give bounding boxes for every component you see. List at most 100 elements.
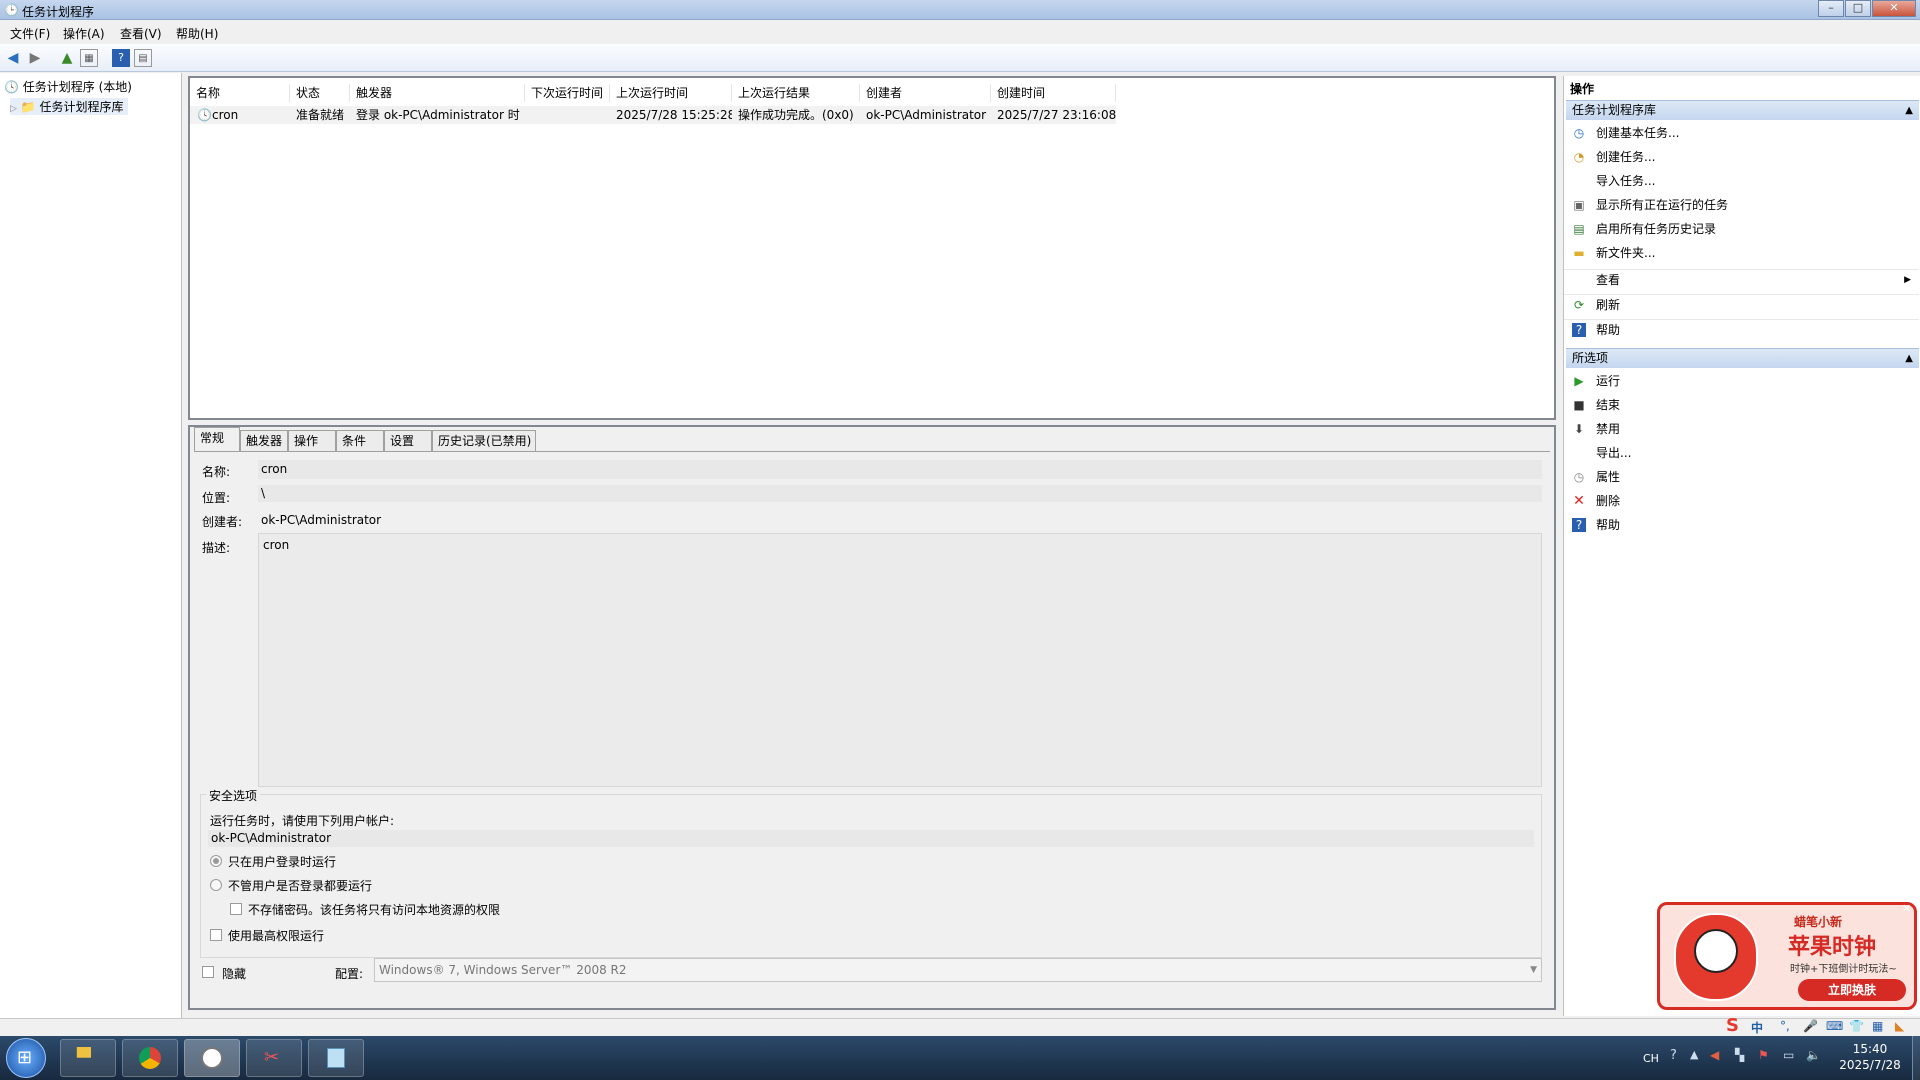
tab-actions[interactable]: 操作: [288, 430, 336, 451]
ad-cta-button[interactable]: 立即换肤: [1798, 979, 1906, 1001]
section-selected-header[interactable]: 所选项 ▲: [1566, 348, 1919, 368]
tab-general[interactable]: 常规: [194, 427, 240, 451]
toolbox-icon[interactable]: ▦: [1872, 1019, 1883, 1033]
scissors-icon: ✂: [264, 1047, 280, 1068]
up-folder-icon[interactable]: ▲: [58, 49, 76, 67]
back-icon[interactable]: ◀: [4, 49, 22, 67]
menu-action[interactable]: 操作(A): [63, 25, 105, 42]
action-new-folder[interactable]: ▬ 新文件夹...: [1564, 243, 1919, 263]
author-field[interactable]: ok-PC\Administrator: [258, 511, 1542, 530]
action-view[interactable]: 查看 ▶: [1564, 269, 1919, 289]
help-icon[interactable]: ?: [112, 49, 130, 67]
close-button[interactable]: ✕: [1872, 0, 1916, 17]
menu-view[interactable]: 查看(V): [120, 25, 162, 42]
column-header-name[interactable]: 名称: [190, 84, 290, 102]
description-field[interactable]: cron: [258, 533, 1542, 787]
action-run[interactable]: ▶ 运行: [1564, 371, 1919, 391]
column-header-created[interactable]: 创建时间: [991, 84, 1116, 102]
ad-close-icon[interactable]: ✕: [1902, 902, 1911, 915]
tab-settings[interactable]: 设置: [384, 430, 432, 451]
name-field[interactable]: cron: [258, 460, 1542, 479]
display-tray-icon[interactable]: ▭: [1783, 1048, 1794, 1062]
clock-area[interactable]: 15:40 2025/7/28: [1832, 1041, 1908, 1073]
cell-created[interactable]: 2025/7/27 23:16:08: [991, 106, 1116, 124]
cell-trigger[interactable]: 登录 ok-PC\Administrator 时: [350, 106, 525, 124]
skin-icon[interactable]: 👕: [1849, 1019, 1864, 1033]
action-help[interactable]: ? 帮助: [1564, 319, 1919, 339]
folder-icon: 📁: [20, 100, 36, 114]
maximize-button[interactable]: □: [1845, 0, 1871, 17]
show-hide-action-pane-icon[interactable]: ▤: [134, 49, 152, 67]
column-header-last-run[interactable]: 上次运行时间: [610, 84, 732, 102]
taskbar-notepad[interactable]: [308, 1039, 364, 1077]
taskbar-snipping-tool[interactable]: ✂: [246, 1039, 302, 1077]
taskbar-chrome[interactable]: [122, 1039, 178, 1077]
disable-arrow-icon: ⬇: [1573, 422, 1585, 436]
tree-library-item[interactable]: ▷ 📁 任务计划程序库: [10, 98, 128, 115]
action-show-running[interactable]: ▣ 显示所有正在运行的任务: [1564, 195, 1919, 215]
cell-author[interactable]: ok-PC\Administrator: [860, 106, 991, 124]
more-icon[interactable]: ◣: [1895, 1019, 1904, 1033]
column-header-trigger[interactable]: 触发器: [350, 84, 525, 102]
action-label: 刷新: [1596, 298, 1621, 312]
cell-last-run[interactable]: 2025/7/28 15:25:28: [610, 106, 732, 124]
language-indicator[interactable]: CH: [1643, 1052, 1659, 1065]
keyboard-icon[interactable]: ⌨: [1826, 1019, 1843, 1033]
config-select[interactable]: Windows® 7, Windows Server™ 2008 R2 ▼: [374, 958, 1542, 982]
volume-tray-icon[interactable]: 🔈: [1806, 1048, 1821, 1062]
tree-root-item[interactable]: 🕓 任务计划程序 (本地): [4, 78, 132, 95]
microphone-icon[interactable]: 🎤: [1803, 1019, 1818, 1033]
ad-popup[interactable]: 蜡笔小新 苹果时钟 时钟+下班倒计时玩法~ 立即换肤 ✕: [1657, 902, 1917, 1010]
section-library-header[interactable]: 任务计划程序库 ▲: [1566, 100, 1919, 120]
network-tray-icon[interactable]: ▚: [1735, 1048, 1744, 1062]
minimize-button[interactable]: –: [1818, 0, 1844, 17]
start-button[interactable]: ⊞: [6, 1038, 46, 1078]
menu-help[interactable]: 帮助(H): [176, 25, 218, 42]
column-header-next-run[interactable]: 下次运行时间: [525, 84, 610, 102]
help-tray-icon[interactable]: ?: [1670, 1048, 1677, 1063]
radio-only-logged-on[interactable]: [210, 855, 222, 867]
forward-icon[interactable]: ▶: [26, 49, 44, 67]
tab-conditions[interactable]: 条件: [336, 430, 384, 451]
radio-run-whether[interactable]: [210, 879, 222, 891]
taskbar-explorer[interactable]: ▀: [60, 1039, 116, 1077]
action-disable[interactable]: ⬇ 禁用: [1564, 419, 1919, 439]
show-desktop-button[interactable]: [1912, 1036, 1920, 1080]
action-center-icon[interactable]: ⚑: [1758, 1048, 1769, 1062]
action-export[interactable]: 导出...: [1564, 443, 1919, 463]
location-field[interactable]: \: [258, 485, 1542, 502]
action-delete[interactable]: ✕ 删除: [1564, 491, 1919, 511]
action-properties[interactable]: ◷ 属性: [1564, 467, 1919, 487]
action-help-selected[interactable]: ? 帮助: [1564, 515, 1919, 535]
column-header-status[interactable]: 状态: [290, 84, 350, 102]
cell-status[interactable]: 准备就绪: [290, 106, 350, 124]
speaker-tray-icon[interactable]: ◀: [1710, 1048, 1719, 1062]
taskbar-task-scheduler[interactable]: [184, 1039, 240, 1077]
column-header-author[interactable]: 创建者: [860, 84, 991, 102]
checkbox-highest-privileges[interactable]: [210, 929, 222, 941]
expand-arrow-icon[interactable]: ▷: [10, 104, 17, 114]
sogou-ime-icon[interactable]: S: [1726, 1015, 1739, 1036]
ime-mode-label[interactable]: 中: [1751, 1019, 1763, 1036]
checkbox-hidden[interactable]: [202, 966, 214, 978]
show-hide-tree-icon[interactable]: ▦: [80, 49, 98, 67]
cell-last-result[interactable]: 操作成功完成。(0x0): [732, 106, 860, 124]
collapse-icon[interactable]: ▲: [1905, 101, 1913, 120]
action-end[interactable]: ■ 结束: [1564, 395, 1919, 415]
punctuation-icon[interactable]: °,: [1780, 1019, 1790, 1033]
action-refresh[interactable]: ⟳ 刷新: [1564, 294, 1919, 314]
cell-next-run[interactable]: [525, 106, 610, 124]
action-enable-history[interactable]: ▤ 启用所有任务历史记录: [1564, 219, 1919, 239]
tab-history[interactable]: 历史记录(已禁用): [432, 430, 536, 451]
action-label: 显示所有正在运行的任务: [1596, 198, 1729, 212]
action-create-basic-task[interactable]: ◷ 创建基本任务...: [1564, 123, 1919, 143]
menu-file[interactable]: 文件(F): [10, 25, 50, 42]
tray-expand-icon[interactable]: ▲: [1690, 1048, 1698, 1061]
collapse-icon[interactable]: ▲: [1905, 349, 1913, 368]
action-create-task[interactable]: ◔ 创建任务...: [1564, 147, 1919, 167]
column-header-last-result[interactable]: 上次运行结果: [732, 84, 860, 102]
action-import-task[interactable]: 导入任务...: [1564, 171, 1919, 191]
tab-triggers[interactable]: 触发器: [240, 430, 288, 451]
cell-name[interactable]: cron: [206, 106, 290, 124]
checkbox-no-password[interactable]: [230, 903, 242, 915]
